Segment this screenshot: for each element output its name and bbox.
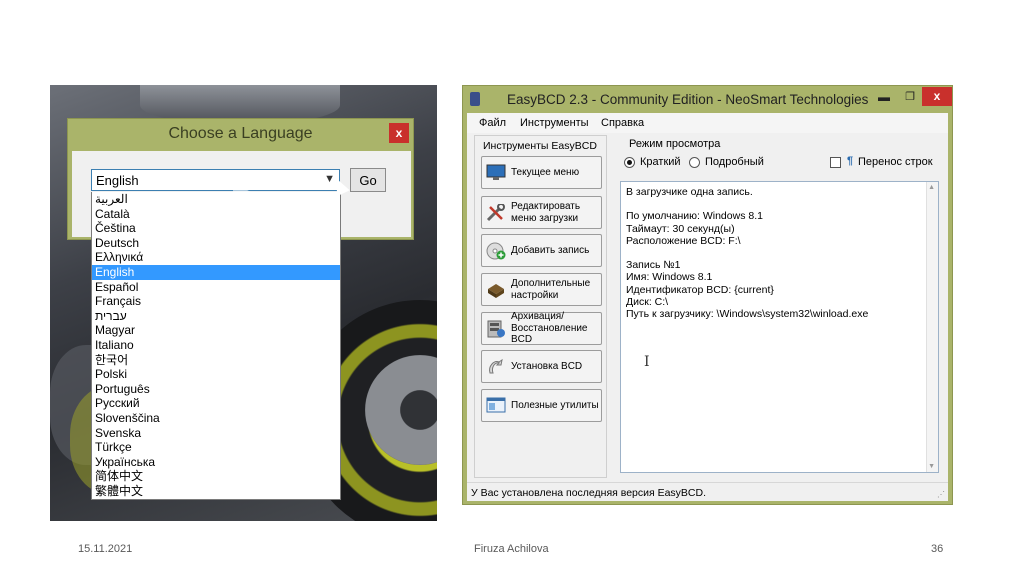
detailed-view-label: Подробный [705, 156, 764, 168]
language-option[interactable]: Magyar [92, 323, 340, 338]
language-option[interactable]: English [92, 264, 340, 280]
paragraph-icon: ¶ [847, 155, 854, 167]
close-button[interactable]: x [389, 123, 409, 143]
language-option[interactable]: Svenska [92, 426, 340, 441]
menu-bar: Файл Инструменты Справка [467, 113, 948, 133]
language-option[interactable]: Español [92, 280, 340, 295]
tool-label: Добавить запись [511, 244, 590, 256]
output-line: Идентификатор BCD: {current} [626, 283, 774, 296]
language-select-value: English [96, 173, 139, 188]
resize-grip-icon[interactable]: ⋰ [937, 490, 945, 499]
language-select[interactable]: English ▼ [91, 169, 340, 191]
language-option[interactable]: Slovenščina [92, 411, 340, 426]
advanced-settings-button[interactable]: Дополнительные настройки [481, 273, 602, 306]
backup-icon [486, 320, 506, 338]
word-wrap-checkbox[interactable] [830, 157, 841, 168]
output-lines: В загрузчике одна запись. По умолчанию: W… [626, 186, 933, 320]
language-option[interactable]: 简体中文 [92, 469, 340, 484]
language-option[interactable]: עברית [92, 309, 340, 324]
language-option[interactable]: 한국어 [92, 353, 340, 368]
language-option[interactable]: 繁體中文 [92, 484, 340, 499]
brief-view-label: Краткий [640, 156, 681, 168]
detailed-view-radio[interactable] [689, 157, 700, 168]
current-menu-button[interactable]: Текущее меню [481, 156, 602, 189]
slide-author: Firuza Achilova [474, 543, 549, 555]
output-line: По умолчанию: Windows 8.1 [626, 210, 763, 223]
tool-label: Полезные утилиты [511, 399, 599, 411]
monitor-icon [486, 164, 506, 182]
window-client: Файл Инструменты Справка Инструменты Eas… [467, 113, 948, 501]
add-entry-button[interactable]: Добавить запись [481, 234, 602, 267]
dialog-title: Choose a Language [168, 125, 313, 142]
language-option[interactable]: Português [92, 382, 340, 397]
output-line: Запись №1 [626, 259, 681, 272]
easybcd-window: EasyBCD 2.3 - Community Edition - NeoSma… [462, 85, 953, 505]
utilities-icon [486, 397, 506, 415]
maximize-button[interactable]: ❐ [899, 90, 921, 106]
status-text: У Вас установлена последняя версия EasyB… [471, 487, 707, 499]
menu-file[interactable]: Файл [479, 117, 506, 129]
language-dropdown-list: العربية Català Čeština Deutsch Ελληνικά Engli… [91, 192, 341, 500]
tool-label: Установка BCD [511, 360, 583, 372]
view-mode-label: Режим просмотра [629, 138, 721, 150]
tool-label: Редактировать меню загрузки [511, 201, 581, 224]
menu-tools[interactable]: Инструменты [520, 117, 589, 129]
add-disc-icon [486, 242, 506, 260]
language-option[interactable]: Русский [92, 396, 340, 411]
install-icon [486, 358, 506, 376]
edit-boot-menu-button[interactable]: Редактировать меню загрузки [481, 196, 602, 229]
language-option[interactable]: Polski [92, 367, 340, 382]
tool-label: Дополнительные настройки [511, 278, 591, 301]
go-button[interactable]: Go [350, 168, 386, 192]
output-line: Таймаут: 30 секунд(ы) [626, 222, 735, 235]
word-wrap-label: Перенос строк [858, 156, 933, 168]
text-cursor-icon: I [644, 354, 650, 370]
slide-date: 15.11.2021 [78, 543, 133, 555]
window-title: EasyBCD 2.3 - Community Edition - NeoSma… [507, 92, 869, 107]
language-screenshot: Choose a Language x English ▼ Go العربية… [50, 85, 437, 521]
language-option[interactable]: Türkçe [92, 440, 340, 455]
output-line: Расположение BCD: F:\ [626, 234, 741, 247]
language-option[interactable]: Ελληνικά [92, 250, 340, 265]
tools-panel-label: Инструменты EasyBCD [483, 140, 597, 152]
useful-utilities-button[interactable]: Полезные утилиты [481, 389, 602, 422]
menu-help[interactable]: Справка [601, 117, 644, 129]
language-option[interactable]: Українська [92, 455, 340, 470]
settings-icon [486, 281, 506, 299]
brief-view-radio[interactable] [624, 157, 635, 168]
output-line: Имя: Windows 8.1 [626, 271, 713, 284]
tools-icon [486, 203, 506, 222]
close-button[interactable]: x [922, 87, 952, 106]
minimize-button[interactable]: ▬ [873, 90, 895, 106]
install-bcd-button[interactable]: Установка BCD [481, 350, 602, 383]
output-scrollbar[interactable]: ▲ ▼ [926, 182, 938, 472]
language-option[interactable]: Deutsch [92, 236, 340, 251]
language-option[interactable]: Italiano [92, 338, 340, 353]
app-icon [470, 92, 480, 106]
tool-label: Текущее меню [511, 166, 580, 178]
language-option[interactable]: Čeština [92, 221, 340, 236]
status-bar: У Вас установлена последняя версия EasyB… [467, 482, 948, 501]
tools-panel: Инструменты EasyBCD Текущее меню Редакти… [474, 135, 607, 478]
bcd-output-text[interactable]: В загрузчике одна запись. По умолчанию: W… [620, 181, 939, 473]
slide-number: 36 [931, 543, 944, 555]
backup-restore-bcd-button[interactable]: Архивация/Восстановление BCD [481, 311, 602, 346]
title-bar: EasyBCD 2.3 - Community Edition - NeoSma… [463, 86, 952, 113]
chevron-down-icon[interactable]: ▼ [928, 463, 935, 470]
output-line: Путь к загрузчику: \Windows\system32\win… [626, 307, 869, 320]
output-line: Диск: C:\ [626, 295, 669, 308]
language-option[interactable]: العربية [92, 192, 340, 207]
tool-label: Архивация/Восстановление BCD [511, 311, 588, 346]
language-option[interactable]: Français [92, 294, 340, 309]
language-option[interactable]: Català [92, 207, 340, 222]
chevron-up-icon[interactable]: ▲ [928, 184, 935, 191]
output-line: В загрузчике одна запись. [626, 186, 753, 198]
